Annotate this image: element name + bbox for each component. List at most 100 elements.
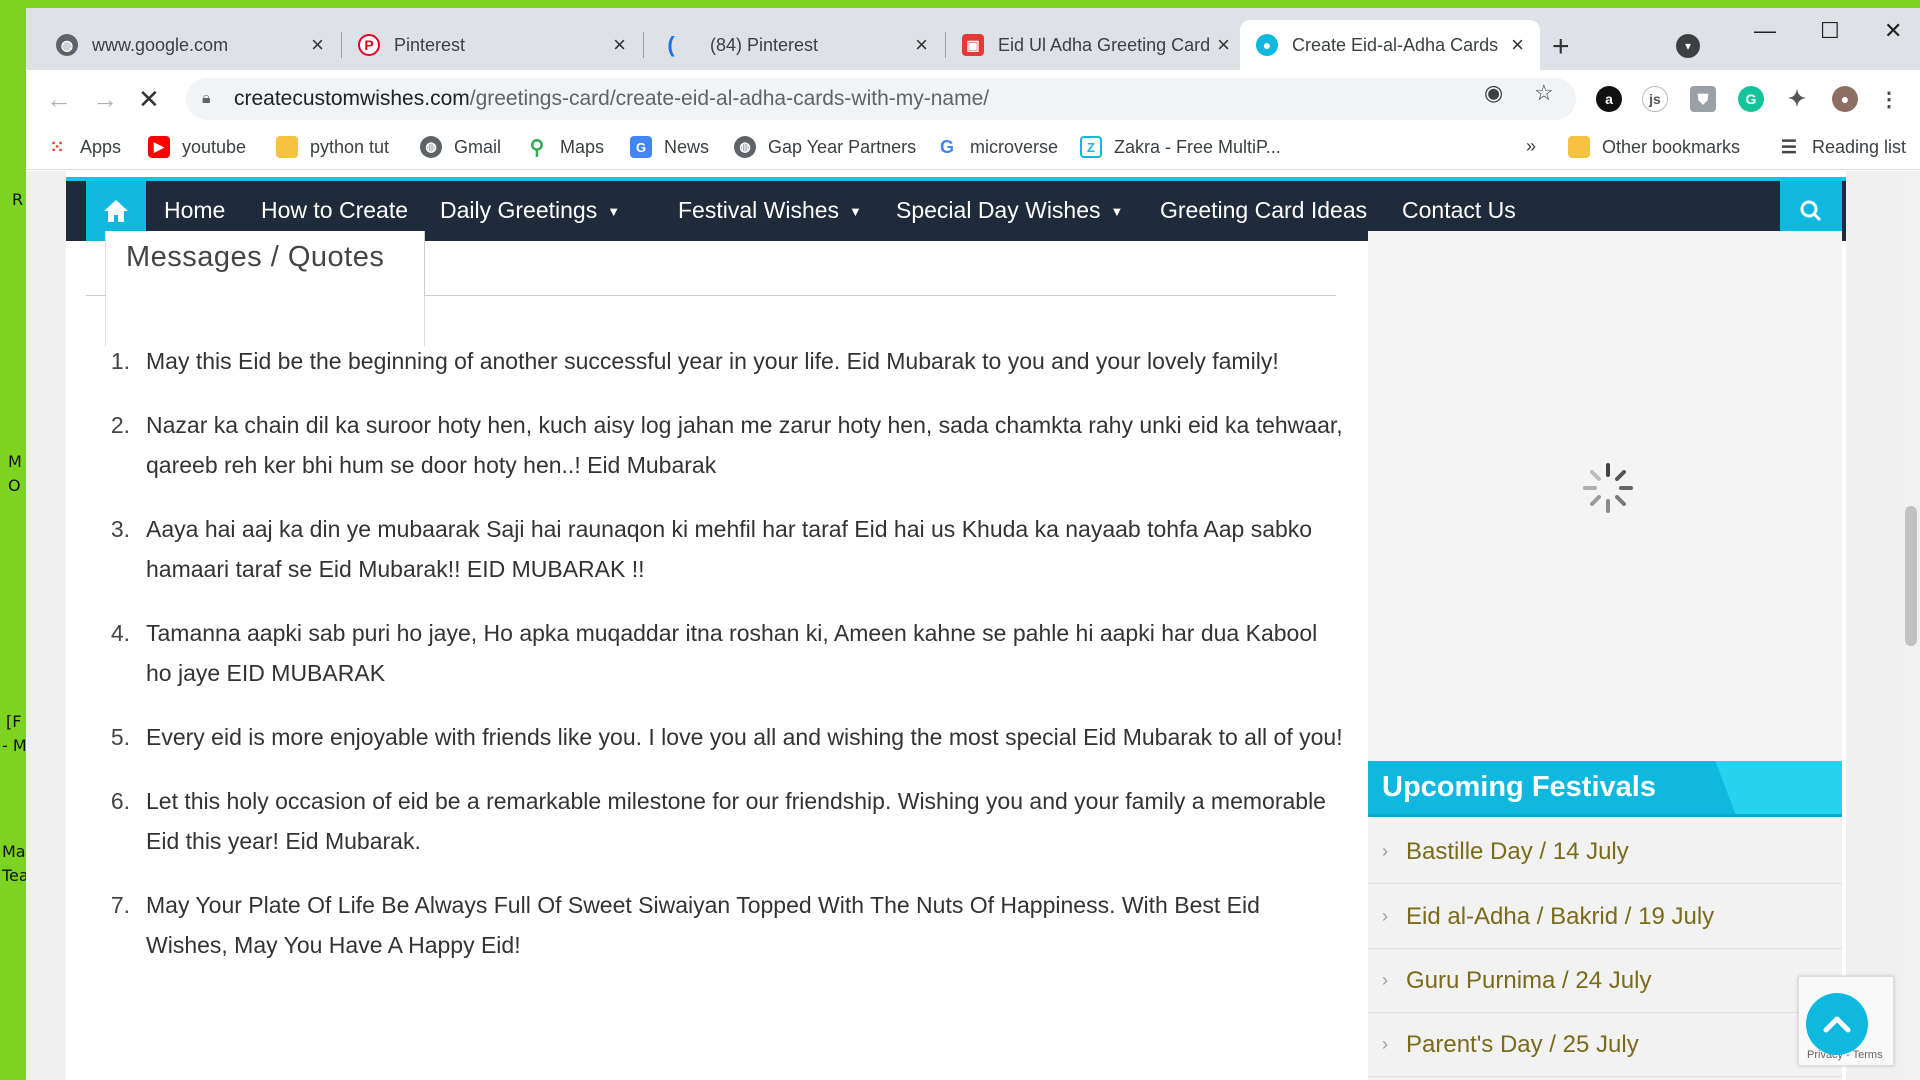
new-tab-button[interactable]: + [1552,30,1570,64]
url-path: /greetings-card/create-eid-al-adha-cards… [469,87,990,110]
bookmark-label: microverse [970,136,1059,157]
shield-icon[interactable]: ⛊ [1690,86,1716,112]
folder-icon [1568,136,1590,158]
desktop-icon-label: - M [2,736,27,755]
star-icon[interactable]: ☆ [1534,80,1554,106]
nav-how-to-create[interactable]: How to Create [261,197,408,224]
browser-tab[interactable]: ▣ Eid Ul Adha Greeting Card × [946,20,1246,70]
bookmark-zakra[interactable]: Z Zakra - Free MultiP... [1080,136,1281,158]
pinterest-icon: P [358,34,380,56]
bookmark-label: Other bookmarks [1602,136,1741,157]
bookmark-label: Zakra - Free MultiP... [1114,136,1281,157]
browser-tab[interactable]: ◍ www.google.com × [40,20,340,70]
puzzle-icon[interactable]: ✦ [1784,86,1810,112]
bookmark-maps[interactable]: ⚲ Maps [526,136,605,159]
festival-link[interactable]: › Parent's Day / 25 July [1368,1013,1842,1077]
close-icon[interactable]: × [1217,32,1230,58]
festival-link[interactable]: › Bastille Day / 14 July [1368,820,1842,884]
tab-title: Create Eid-al-Adha Cards [1292,34,1499,55]
widget-title: Upcoming Festivals [1382,771,1656,803]
bookmark-label: News [664,136,710,157]
nav-contact-us[interactable]: Contact Us [1402,197,1516,224]
caret-down-icon: ▼ [1110,204,1124,220]
bookmark-youtube[interactable]: ▶ youtube [148,136,246,158]
bookmark-apps[interactable]: ⁙ Apps [46,136,121,158]
overflow-label: » [1526,136,1537,156]
folder-icon [276,136,298,158]
scrollbar-thumb[interactable] [1905,506,1917,646]
caret-down-icon: ▼ [849,204,862,220]
bookmark-label: youtube [182,136,247,157]
nav-home[interactable]: Home [164,197,225,224]
apps-grid-icon: ⁙ [49,136,65,157]
maximize-icon[interactable]: ☐ [1820,18,1840,44]
bookmark-gmail[interactable]: ◍ Gmail [420,136,501,158]
menu-icon[interactable]: ⋮ [1876,86,1902,112]
web-page: Home How to Create Daily Greetings ▼ Fest… [26,171,1920,1080]
bookmark-python-tut[interactable]: python tut [276,136,389,158]
google-icon: G [939,136,954,157]
nav-greeting-card-ideas[interactable]: Greeting Card Ideas [1160,197,1367,224]
bookmarks-overflow[interactable]: » [1526,136,1536,157]
desktop-icon-label: O [8,476,21,495]
list-item: 3. Aaya hai aaj ka din ye mubaarak Saji … [110,516,1313,582]
list-item: 2. Nazar ka chain dil ka suroor hoty hen… [110,412,1343,478]
bookmark-news[interactable]: G News [630,136,709,158]
festival-link[interactable]: › Eid al-Adha / Bakrid / 19 July [1368,885,1842,949]
bookmark-microverse[interactable]: G microverse [936,136,1058,158]
address-bar[interactable]: 🔒︎ createcustomwishes.com /greetings-car… [186,78,1576,120]
bookmark-label: Maps [560,136,605,157]
desktop-background [0,0,1920,8]
desktop-icon-label: [F [6,712,22,731]
browser-tab[interactable]: P Pinterest × [342,20,642,70]
tab-title: Pinterest [394,34,466,55]
globe-icon: ◍ [56,34,78,56]
close-icon[interactable]: × [311,32,324,58]
close-window-icon[interactable]: ✕ [1884,18,1902,44]
loading-spinner-icon [1583,463,1633,513]
close-icon[interactable]: × [1511,32,1524,58]
bookmark-label: Reading list [1812,136,1907,157]
tab-title: (84) Pinterest [710,34,819,55]
url-host: createcustomwishes.com [234,87,470,110]
close-icon[interactable]: × [613,32,626,58]
bookmark-gap-year-partners[interactable]: ◍ Gap Year Partners [734,136,916,158]
nav-festival-wishes[interactable]: Festival Wishes ▼ [678,197,862,224]
nav-daily-greetings[interactable]: Daily Greetings ▼ [440,197,620,224]
extension-icon[interactable]: a [1596,86,1622,112]
widget-header: Upcoming Festivals [1368,761,1842,817]
reading-list[interactable]: ☰ Reading list [1778,136,1906,158]
desktop-icon-label: R [12,190,24,209]
page-scrollbar[interactable] [1902,171,1920,1080]
browser-tab[interactable]: ( (84) Pinterest × [644,20,944,70]
festival-link[interactable]: › Guru Purnima / 24 July [1368,949,1842,1013]
upcoming-festivals-widget: Upcoming Festivals › Bastille Day / 14 J… [1368,761,1842,1080]
nav-special-day-wishes[interactable]: Special Day Wishes ▼ [896,197,1123,224]
back-icon[interactable]: ← [46,84,72,115]
minimize-icon[interactable]: — [1754,18,1776,44]
chevron-right-icon: › [1382,1034,1388,1054]
scroll-to-top-button[interactable] [1806,993,1868,1055]
news-icon: G [630,136,652,158]
tab-title: Eid Ul Adha Greeting Card [998,34,1210,55]
js-extension-icon[interactable]: js [1642,86,1668,112]
chevron-right-icon: › [1382,841,1388,861]
globe-icon: ◍ [420,136,442,158]
close-icon[interactable]: × [915,32,928,58]
browser-tab-active[interactable]: ● Create Eid-al-Adha Cards × [1240,20,1540,70]
forward-icon[interactable]: → [92,84,118,115]
grammarly-icon[interactable]: G [1738,86,1764,112]
desktop-icon-label: Tea [2,866,29,885]
zakra-icon: Z [1080,136,1102,158]
list-item: 4. Tamanna aapki sab puri ho jaye, Ho ap… [110,620,1318,686]
avatar[interactable]: ● [1832,86,1858,112]
bookmark-other[interactable]: Other bookmarks [1568,136,1740,158]
eye-off-icon[interactable]: ◉ [1484,80,1503,106]
caret-down-icon: ▼ [607,204,621,220]
stop-loading-icon[interactable]: ✕ [138,84,160,115]
chevron-right-icon: › [1382,970,1388,990]
chevron-right-icon: › [1382,906,1388,926]
tab-search-icon[interactable]: ▾ [1676,34,1700,58]
list-item: 1. May this Eid be the beginning of anot… [110,348,1279,374]
card-icon: ▣ [962,34,984,56]
